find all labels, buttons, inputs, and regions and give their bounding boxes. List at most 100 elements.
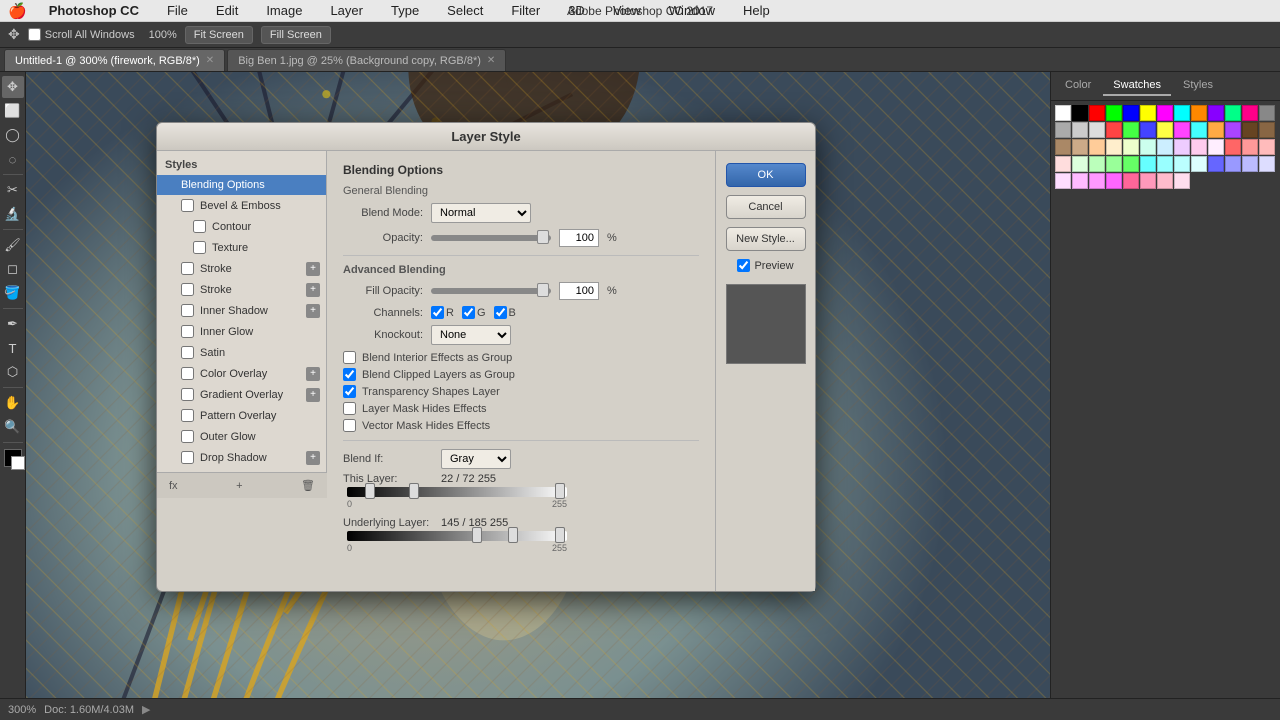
swatch[interactable] <box>1242 139 1258 155</box>
channel-b-checkbox[interactable] <box>494 306 507 319</box>
swatch[interactable] <box>1072 105 1088 121</box>
style-item-bevel-emboss[interactable]: Bevel & Emboss <box>157 195 326 216</box>
swatch[interactable] <box>1157 139 1173 155</box>
this-layer-handle-left2[interactable] <box>409 483 419 499</box>
style-item-gradient-overlay[interactable]: Gradient Overlay + <box>157 384 326 405</box>
swatch[interactable] <box>1191 105 1207 121</box>
menu-layer[interactable]: Layer <box>324 1 369 20</box>
scroll-all-windows-label[interactable]: Scroll All Windows <box>28 28 135 41</box>
swatch[interactable] <box>1259 122 1275 138</box>
swatch[interactable] <box>1072 139 1088 155</box>
style-item-inner-shadow[interactable]: Inner Shadow + <box>157 300 326 321</box>
swatch[interactable] <box>1191 156 1207 172</box>
swatch[interactable] <box>1072 156 1088 172</box>
swatch[interactable] <box>1225 122 1241 138</box>
scroll-all-windows-checkbox[interactable] <box>28 28 41 41</box>
swatch[interactable] <box>1089 122 1105 138</box>
swatch[interactable] <box>1259 105 1275 121</box>
channel-g-checkbox[interactable] <box>462 306 475 319</box>
opacity-slider-thumb[interactable] <box>537 230 549 244</box>
shape-tool[interactable]: ⬡ <box>2 361 24 383</box>
menu-image[interactable]: Image <box>260 1 308 20</box>
tab-color[interactable]: Color <box>1055 76 1101 96</box>
menu-type[interactable]: Type <box>385 1 425 20</box>
stroke2-checkbox[interactable] <box>181 283 194 296</box>
ok-button[interactable]: OK <box>726 163 806 187</box>
quick-select-tool[interactable]: ◌ <box>2 148 24 170</box>
type-tool[interactable]: T <box>2 337 24 359</box>
menu-file[interactable]: File <box>161 1 194 20</box>
drop-shadow-checkbox[interactable] <box>181 451 194 464</box>
swatch[interactable] <box>1208 139 1224 155</box>
swatch[interactable] <box>1174 105 1190 121</box>
transparency-shapes-checkbox[interactable] <box>343 385 356 398</box>
swatch[interactable] <box>1242 105 1258 121</box>
style-item-outer-glow[interactable]: Outer Glow <box>157 426 326 447</box>
underlying-handle-left[interactable] <box>472 527 482 543</box>
fx-button[interactable]: fx <box>165 478 182 494</box>
selection-tool[interactable]: ⬜ <box>2 100 24 122</box>
menu-help[interactable]: Help <box>737 1 776 20</box>
inner-shadow-checkbox[interactable] <box>181 304 194 317</box>
foreground-color[interactable] <box>4 449 22 467</box>
swatch[interactable] <box>1225 105 1241 121</box>
swatch[interactable] <box>1106 173 1122 189</box>
swatch[interactable] <box>1157 105 1173 121</box>
swatch[interactable] <box>1089 173 1105 189</box>
menu-view[interactable]: View <box>607 1 647 20</box>
tab-bigben-close[interactable]: ✕ <box>487 55 495 66</box>
texture-checkbox[interactable] <box>193 241 206 254</box>
swatch[interactable] <box>1191 122 1207 138</box>
preview-checkbox[interactable] <box>737 259 750 272</box>
swatch[interactable] <box>1072 173 1088 189</box>
contour-checkbox[interactable] <box>193 220 206 233</box>
style-item-contour[interactable]: Contour <box>157 216 326 237</box>
swatch[interactable] <box>1055 173 1071 189</box>
swatch[interactable] <box>1242 122 1258 138</box>
swatch[interactable] <box>1157 173 1173 189</box>
paint-bucket-tool[interactable]: 🪣 <box>2 282 24 304</box>
underlying-handle-left2[interactable] <box>508 527 518 543</box>
style-item-stroke2[interactable]: Stroke + <box>157 279 326 300</box>
pattern-overlay-checkbox[interactable] <box>181 409 194 422</box>
knockout-select[interactable]: None Shallow Deep <box>431 325 511 345</box>
swatch[interactable] <box>1174 173 1190 189</box>
menu-edit[interactable]: Edit <box>210 1 244 20</box>
swatch[interactable] <box>1106 139 1122 155</box>
swatch[interactable] <box>1174 139 1190 155</box>
vector-mask-checkbox[interactable] <box>343 419 356 432</box>
tab-firework-close[interactable]: ✕ <box>206 55 214 66</box>
channel-g-label[interactable]: G <box>462 306 486 319</box>
brush-tool[interactable]: 🖌 <box>2 234 24 256</box>
bevel-emboss-checkbox[interactable] <box>181 199 194 212</box>
hand-tool[interactable]: ✋ <box>2 392 24 414</box>
tab-styles[interactable]: Styles <box>1173 76 1223 96</box>
channel-r-label[interactable]: R <box>431 306 454 319</box>
swatch[interactable] <box>1123 122 1139 138</box>
style-item-texture[interactable]: Texture <box>157 237 326 258</box>
swatch[interactable] <box>1140 156 1156 172</box>
blend-interior-checkbox[interactable] <box>343 351 356 364</box>
inner-glow-checkbox[interactable] <box>181 325 194 338</box>
swatch[interactable] <box>1259 156 1275 172</box>
swatch[interactable] <box>1242 156 1258 172</box>
tab-bigben[interactable]: Big Ben 1.jpg @ 25% (Background copy, RG… <box>227 49 506 71</box>
swatch[interactable] <box>1208 156 1224 172</box>
swatch[interactable] <box>1208 105 1224 121</box>
stroke1-checkbox[interactable] <box>181 262 194 275</box>
channel-b-label[interactable]: B <box>494 306 516 319</box>
style-item-inner-glow[interactable]: Inner Glow <box>157 321 326 342</box>
swatch[interactable] <box>1123 173 1139 189</box>
swatch[interactable] <box>1225 156 1241 172</box>
fit-screen-button[interactable]: Fit Screen <box>185 26 253 44</box>
swatch[interactable] <box>1055 122 1071 138</box>
preview-checkbox-label[interactable]: Preview <box>737 259 793 272</box>
blend-clipped-checkbox[interactable] <box>343 368 356 381</box>
satin-checkbox[interactable] <box>181 346 194 359</box>
tab-swatches[interactable]: Swatches <box>1103 76 1171 96</box>
underlying-handle-right[interactable] <box>555 527 565 543</box>
zoom-tool[interactable]: 🔍 <box>2 416 24 438</box>
fill-opacity-slider[interactable] <box>431 288 551 294</box>
menu-select[interactable]: Select <box>441 1 489 20</box>
swatch[interactable] <box>1140 122 1156 138</box>
